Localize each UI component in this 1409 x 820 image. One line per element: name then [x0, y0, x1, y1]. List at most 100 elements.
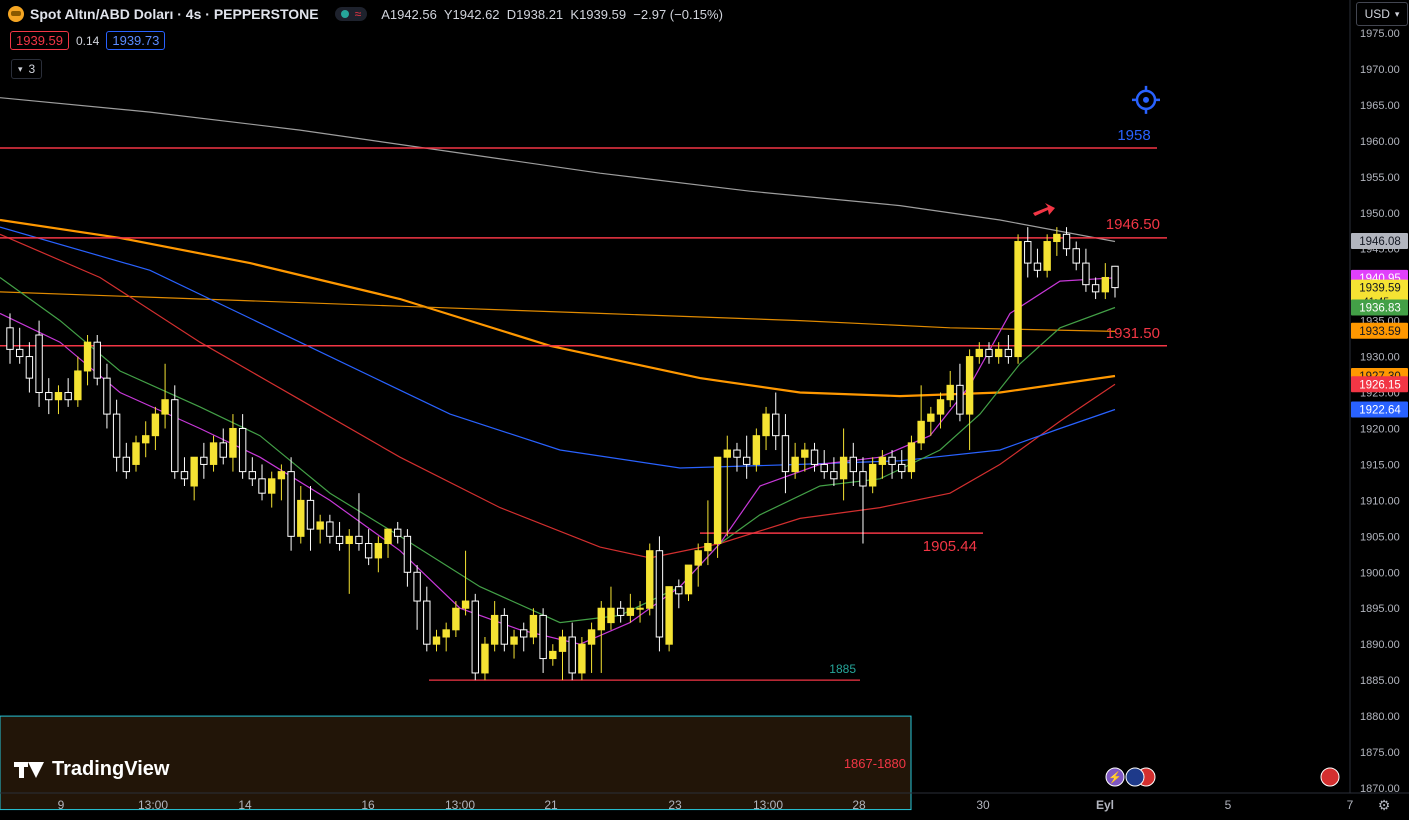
candle-body[interactable] [772, 413, 780, 437]
candle-body[interactable] [539, 614, 547, 660]
candle-body[interactable] [394, 528, 402, 537]
buy-button[interactable]: 1939.73 [106, 31, 166, 50]
candle-body[interactable] [35, 334, 43, 394]
candle-body[interactable] [180, 471, 189, 480]
symbol-title[interactable]: Spot Altın/ABD Doları · 4s · PEPPERSTONE [30, 6, 319, 22]
candle-body[interactable] [74, 370, 82, 401]
candle-body[interactable] [830, 471, 838, 480]
candle-body[interactable] [907, 442, 916, 473]
candle-body[interactable] [616, 607, 625, 616]
candle-body[interactable] [675, 586, 683, 595]
us-flag-icon[interactable] [1320, 767, 1340, 787]
candle-body[interactable] [665, 586, 673, 645]
candle-body[interactable] [442, 629, 450, 638]
candle-body[interactable] [558, 636, 567, 652]
candle-body[interactable] [200, 456, 208, 465]
candle-body[interactable] [268, 478, 276, 494]
candle-body[interactable] [927, 413, 935, 422]
candle-body[interactable] [481, 643, 489, 674]
candle-body[interactable] [364, 543, 373, 559]
candle-body[interactable] [762, 413, 770, 437]
candle-body[interactable] [733, 449, 741, 458]
candle-body[interactable] [151, 413, 160, 437]
candle-body[interactable] [452, 607, 460, 631]
candle-body[interactable] [936, 399, 945, 415]
candle-body[interactable] [316, 521, 324, 530]
candle-body[interactable] [1082, 262, 1090, 286]
candle-body[interactable] [15, 348, 24, 358]
candle-body[interactable] [868, 463, 877, 487]
candle-body[interactable] [248, 471, 257, 480]
candle-body[interactable] [529, 614, 538, 638]
candle-body[interactable] [1053, 233, 1061, 243]
candle-body[interactable] [1062, 233, 1071, 250]
candle-body[interactable] [423, 600, 431, 645]
candle-body[interactable] [946, 384, 954, 401]
candle-body[interactable] [190, 456, 198, 487]
candle-body[interactable] [985, 348, 993, 358]
currency-select[interactable]: USD ▾ [1356, 2, 1408, 26]
candle-body[interactable] [335, 535, 344, 545]
candle-body[interactable] [64, 392, 72, 401]
candle-body[interactable] [694, 550, 702, 566]
candle-body[interactable] [801, 449, 809, 458]
candle-body[interactable] [607, 607, 615, 624]
candle-body[interactable] [209, 442, 218, 465]
candle-body[interactable] [461, 600, 470, 609]
candle-body[interactable] [93, 341, 101, 379]
candle-body[interactable] [704, 543, 712, 552]
candle-body[interactable] [723, 449, 731, 458]
candle-body[interactable] [1043, 241, 1051, 271]
candle-body[interactable] [413, 571, 421, 602]
arrow-marker-icon[interactable] [1033, 203, 1055, 216]
candle-body[interactable] [345, 535, 353, 545]
candle-body[interactable] [636, 607, 644, 610]
candle-body[interactable] [490, 614, 499, 645]
candle-body[interactable] [820, 463, 828, 473]
candle-body[interactable] [810, 449, 819, 465]
candle-body[interactable] [520, 629, 528, 638]
candle-body[interactable] [326, 521, 334, 537]
candle-body[interactable] [161, 399, 169, 415]
candle-body[interactable] [229, 427, 237, 458]
candle-body[interactable] [1101, 276, 1110, 293]
candle-body[interactable] [1014, 241, 1022, 358]
candle-body[interactable] [626, 607, 635, 616]
candle-body[interactable] [1111, 265, 1119, 289]
candle-body[interactable] [500, 614, 509, 645]
candle-body[interactable] [432, 636, 441, 645]
candle-body[interactable] [142, 435, 150, 444]
candle-body[interactable] [917, 420, 925, 444]
price-chart[interactable]: 1867-1880 1958 1946.50 1931.50 1905.44 1885 19… [0, 0, 1409, 820]
candle-body[interactable] [297, 499, 305, 537]
candle-body[interactable] [655, 550, 664, 638]
candle-body[interactable] [374, 543, 383, 559]
candle-body[interactable] [888, 456, 896, 465]
candle-body[interactable] [1033, 262, 1042, 271]
candle-body[interactable] [403, 535, 412, 573]
candle-body[interactable] [568, 636, 576, 674]
candle-body[interactable] [510, 636, 518, 645]
candle-body[interactable] [975, 348, 983, 358]
candle-body[interactable] [1072, 248, 1080, 264]
candle-body[interactable] [646, 550, 654, 609]
candle-body[interactable] [471, 600, 479, 674]
candle-body[interactable] [277, 471, 286, 480]
candle-body[interactable] [355, 535, 363, 545]
candle-body[interactable] [1004, 348, 1013, 358]
candle-body[interactable] [25, 356, 34, 379]
candle-body[interactable] [103, 377, 111, 415]
candle-body[interactable] [122, 456, 131, 473]
candle-body[interactable] [859, 471, 867, 487]
us-flag-icon[interactable] [1125, 767, 1145, 787]
candle-body[interactable] [956, 384, 964, 415]
sell-button[interactable]: 1939.59 [10, 31, 69, 50]
candle-body[interactable] [898, 463, 906, 473]
candle-body[interactable] [742, 456, 751, 465]
candle-body[interactable] [597, 607, 605, 631]
market-status[interactable]: ≈ [334, 7, 368, 21]
candle-body[interactable] [781, 435, 790, 473]
candle-body[interactable] [45, 392, 53, 401]
candle-body[interactable] [752, 435, 761, 465]
candle-body[interactable] [1091, 284, 1100, 293]
